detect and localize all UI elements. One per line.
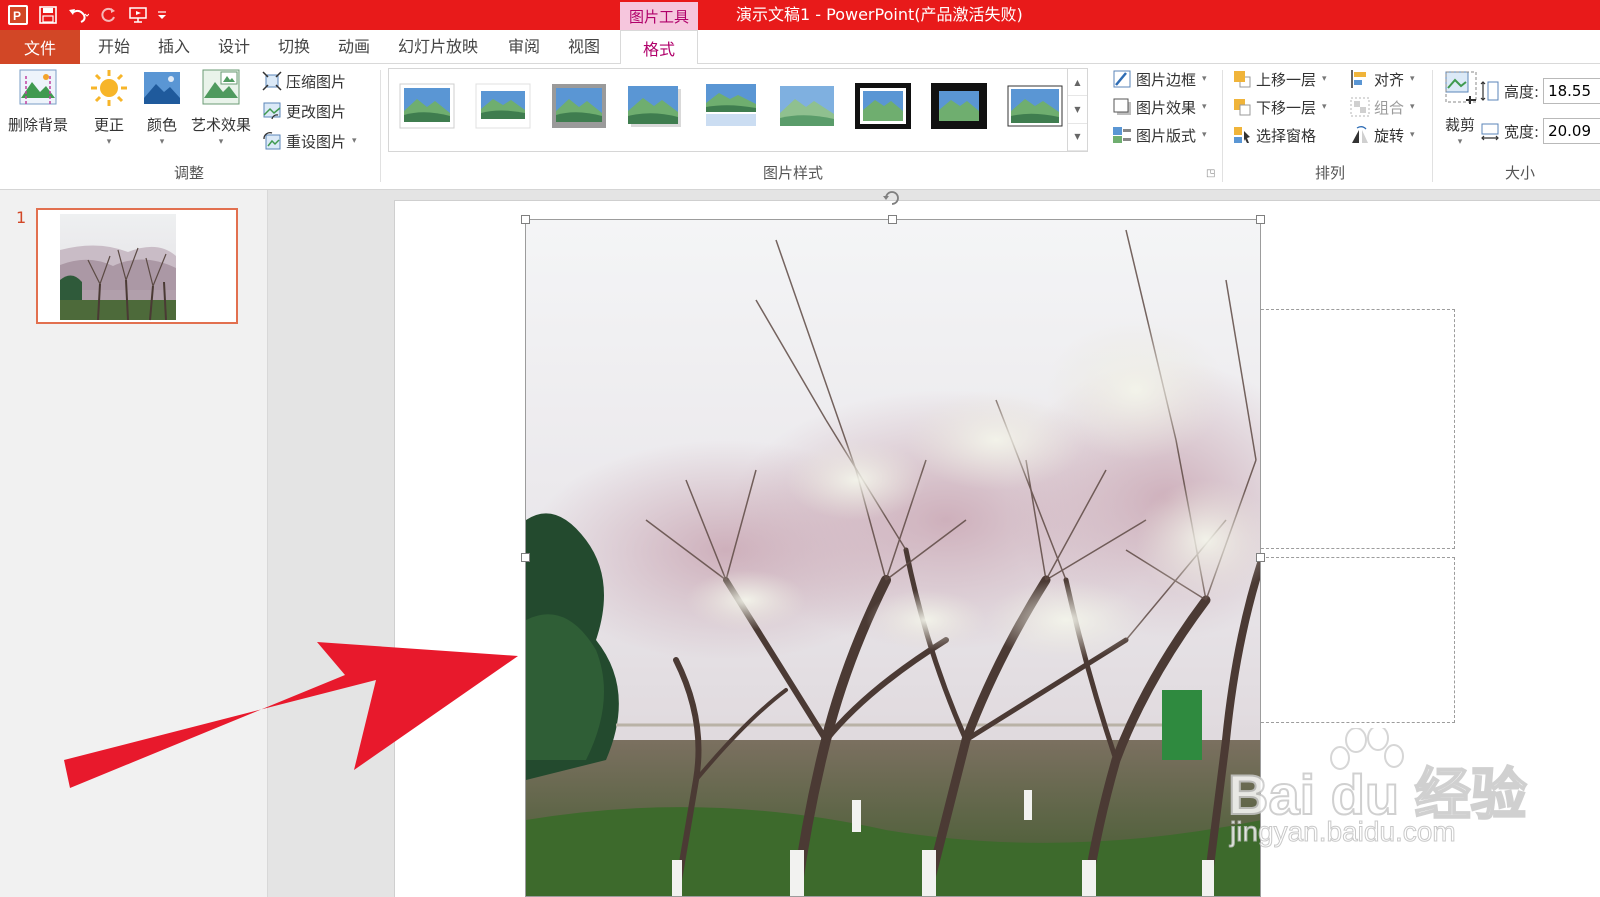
baidu-watermark: Bai du 经验 jingyan.baidu.com <box>1227 725 1528 862</box>
baidu-watermark-url: jingyan.baidu.com <box>1230 816 1457 848</box>
powerpoint-window: P 图片工具 演示文稿1 - PowerPoint(产品激活失败) 文件 开始 … <box>0 0 1600 897</box>
